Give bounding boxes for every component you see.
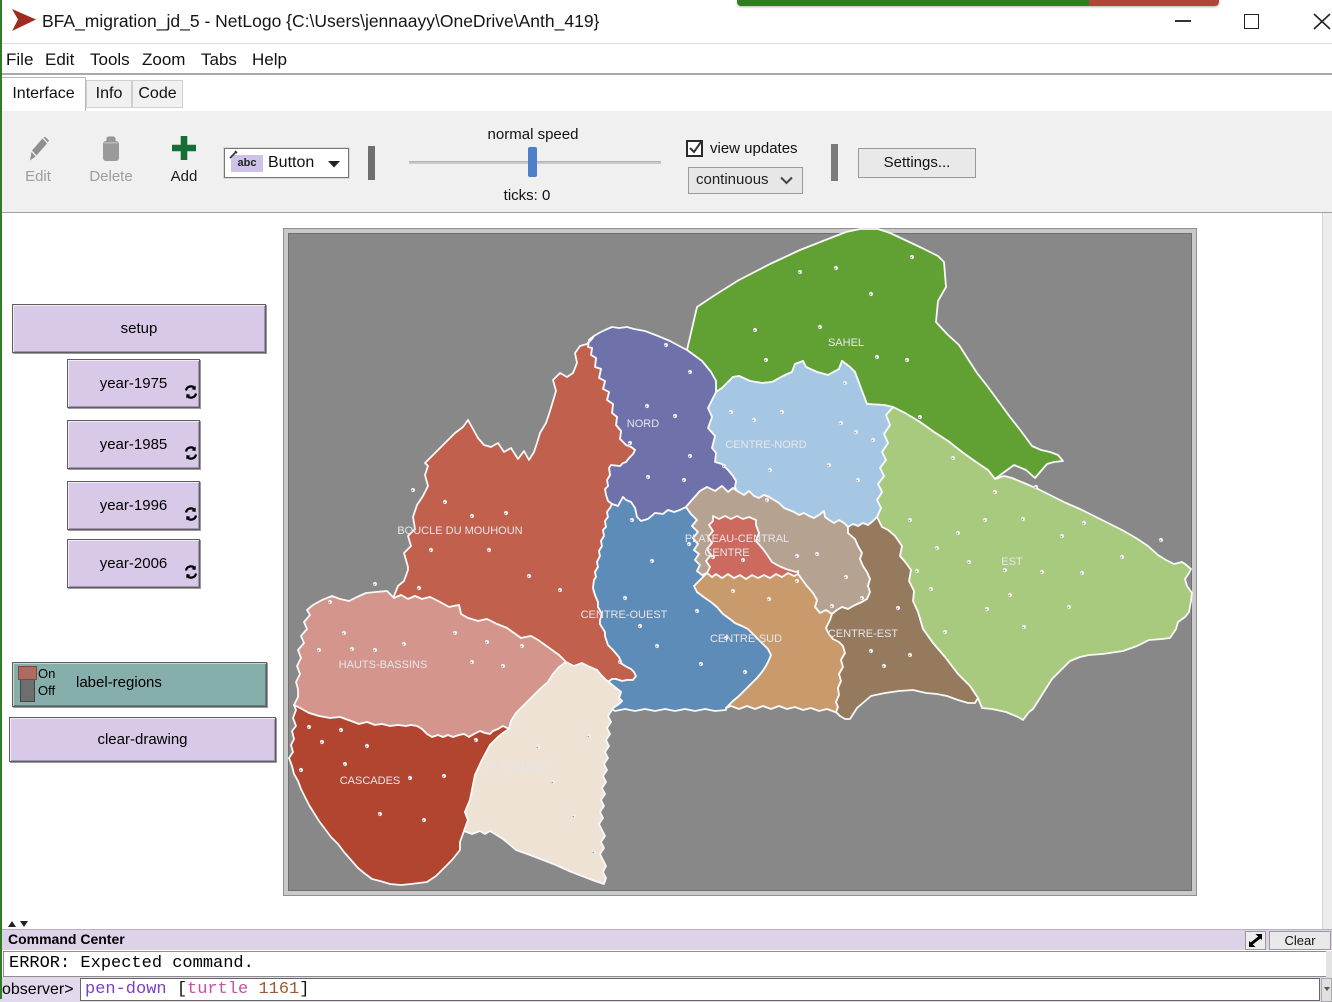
svg-text:CASCADES: CASCADES (340, 775, 401, 787)
svg-text:NORD: NORD (627, 418, 659, 430)
svg-text:SAHEL: SAHEL (828, 337, 864, 349)
svg-text:CENTRE: CENTRE (704, 547, 749, 559)
svg-text:CENTRE-SUD: CENTRE-SUD (710, 633, 782, 645)
svg-text:CENTRE-EST: CENTRE-EST (828, 628, 899, 640)
svg-text:CENTRE-NORD: CENTRE-NORD (725, 439, 806, 451)
svg-text:HAUTS-BASSINS: HAUTS-BASSINS (339, 659, 428, 671)
svg-text:CENTRE-OUEST: CENTRE-OUEST (581, 609, 668, 621)
svg-text:PLATEAU-CENTRAL: PLATEAU-CENTRAL (685, 533, 789, 545)
svg-text:SUD-OUEST: SUD-OUEST (486, 761, 551, 773)
svg-text:BOUCLE DU MOUHOUN: BOUCLE DU MOUHOUN (397, 525, 522, 537)
svg-text:EST: EST (1001, 556, 1023, 568)
